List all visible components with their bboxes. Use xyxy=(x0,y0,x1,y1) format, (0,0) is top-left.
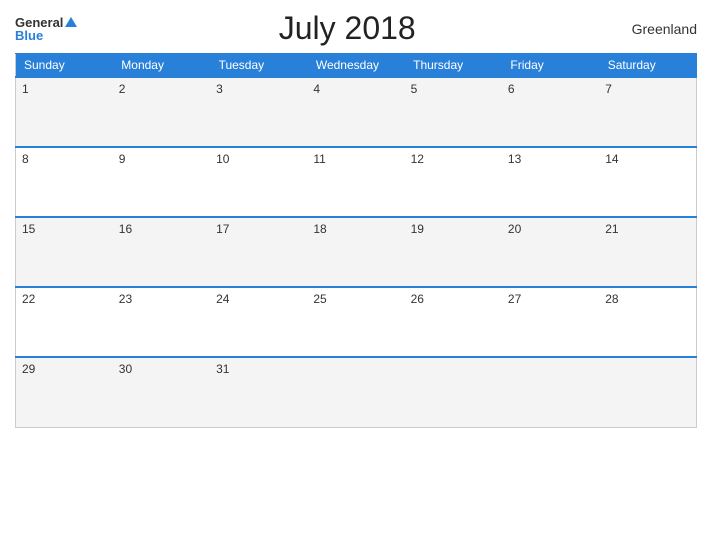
calendar-cell: 4 xyxy=(307,77,404,147)
day-number: 23 xyxy=(119,292,132,306)
week-row-2: 8 9 10 11 12 13 14 xyxy=(16,147,697,217)
calendar-cell: 7 xyxy=(599,77,696,147)
day-number: 12 xyxy=(411,152,424,166)
calendar-cell: 22 xyxy=(16,287,113,357)
calendar-cell: 11 xyxy=(307,147,404,217)
calendar-table: SundayMondayTuesdayWednesdayThursdayFrid… xyxy=(15,53,697,428)
calendar-cell: 19 xyxy=(405,217,502,287)
calendar-cell: 8 xyxy=(16,147,113,217)
day-number: 24 xyxy=(216,292,229,306)
day-number: 7 xyxy=(605,82,612,96)
weekday-header-tuesday: Tuesday xyxy=(210,54,307,78)
day-number: 18 xyxy=(313,222,326,236)
weekday-header-row: SundayMondayTuesdayWednesdayThursdayFrid… xyxy=(16,54,697,78)
day-number: 21 xyxy=(605,222,618,236)
calendar-cell: 15 xyxy=(16,217,113,287)
day-number: 30 xyxy=(119,362,132,376)
day-number: 17 xyxy=(216,222,229,236)
calendar-cell: 25 xyxy=(307,287,404,357)
day-number: 6 xyxy=(508,82,515,96)
day-number: 19 xyxy=(411,222,424,236)
day-number: 14 xyxy=(605,152,618,166)
calendar-cell: 26 xyxy=(405,287,502,357)
day-number: 28 xyxy=(605,292,618,306)
weekday-header-monday: Monday xyxy=(113,54,210,78)
day-number: 22 xyxy=(22,292,35,306)
calendar-cell: 9 xyxy=(113,147,210,217)
calendar-cell: 21 xyxy=(599,217,696,287)
calendar-cell: 12 xyxy=(405,147,502,217)
calendar-cell: 3 xyxy=(210,77,307,147)
calendar-header: General Blue July 2018 Greenland xyxy=(15,10,697,47)
calendar-cell: 5 xyxy=(405,77,502,147)
day-number: 3 xyxy=(216,82,223,96)
weekday-header-thursday: Thursday xyxy=(405,54,502,78)
calendar-cell xyxy=(599,357,696,427)
day-number: 27 xyxy=(508,292,521,306)
logo: General Blue xyxy=(15,16,77,42)
calendar-cell: 10 xyxy=(210,147,307,217)
week-row-5: 29 30 31 xyxy=(16,357,697,427)
calendar-cell: 31 xyxy=(210,357,307,427)
calendar-cell: 23 xyxy=(113,287,210,357)
day-number: 8 xyxy=(22,152,29,166)
calendar-cell: 13 xyxy=(502,147,599,217)
day-number: 11 xyxy=(313,152,325,166)
day-number: 2 xyxy=(119,82,126,96)
day-number: 20 xyxy=(508,222,521,236)
week-row-1: 1 2 3 4 5 6 7 xyxy=(16,77,697,147)
day-number: 5 xyxy=(411,82,418,96)
weekday-header-friday: Friday xyxy=(502,54,599,78)
day-number: 25 xyxy=(313,292,326,306)
weekday-header-saturday: Saturday xyxy=(599,54,696,78)
calendar-cell: 2 xyxy=(113,77,210,147)
calendar-cell xyxy=(307,357,404,427)
calendar-cell: 16 xyxy=(113,217,210,287)
calendar-cell: 29 xyxy=(16,357,113,427)
month-title: July 2018 xyxy=(77,10,617,47)
calendar-cell: 17 xyxy=(210,217,307,287)
day-number: 15 xyxy=(22,222,35,236)
calendar-cell: 1 xyxy=(16,77,113,147)
calendar-cell xyxy=(405,357,502,427)
region-label: Greenland xyxy=(617,21,697,37)
day-number: 26 xyxy=(411,292,424,306)
calendar-container: General Blue July 2018 Greenland SundayM… xyxy=(0,0,712,550)
logo-general-text: General xyxy=(15,16,63,29)
day-number: 31 xyxy=(216,362,229,376)
weekday-header-sunday: Sunday xyxy=(16,54,113,78)
day-number: 9 xyxy=(119,152,126,166)
calendar-body: 1234567891011121314151617181920212223242… xyxy=(16,77,697,427)
calendar-cell: 14 xyxy=(599,147,696,217)
logo-blue-text: Blue xyxy=(15,29,43,42)
logo-triangle-icon xyxy=(65,17,77,27)
calendar-cell: 20 xyxy=(502,217,599,287)
day-number: 4 xyxy=(313,82,320,96)
calendar-cell: 6 xyxy=(502,77,599,147)
day-number: 29 xyxy=(22,362,35,376)
week-row-4: 22 23 24 25 26 27 28 xyxy=(16,287,697,357)
weekday-header-wednesday: Wednesday xyxy=(307,54,404,78)
week-row-3: 15 16 17 18 19 20 21 xyxy=(16,217,697,287)
calendar-cell: 18 xyxy=(307,217,404,287)
day-number: 13 xyxy=(508,152,521,166)
calendar-cell: 30 xyxy=(113,357,210,427)
day-number: 16 xyxy=(119,222,132,236)
day-number: 10 xyxy=(216,152,229,166)
calendar-cell: 27 xyxy=(502,287,599,357)
calendar-cell: 24 xyxy=(210,287,307,357)
day-number: 1 xyxy=(22,82,29,96)
calendar-cell xyxy=(502,357,599,427)
calendar-cell: 28 xyxy=(599,287,696,357)
